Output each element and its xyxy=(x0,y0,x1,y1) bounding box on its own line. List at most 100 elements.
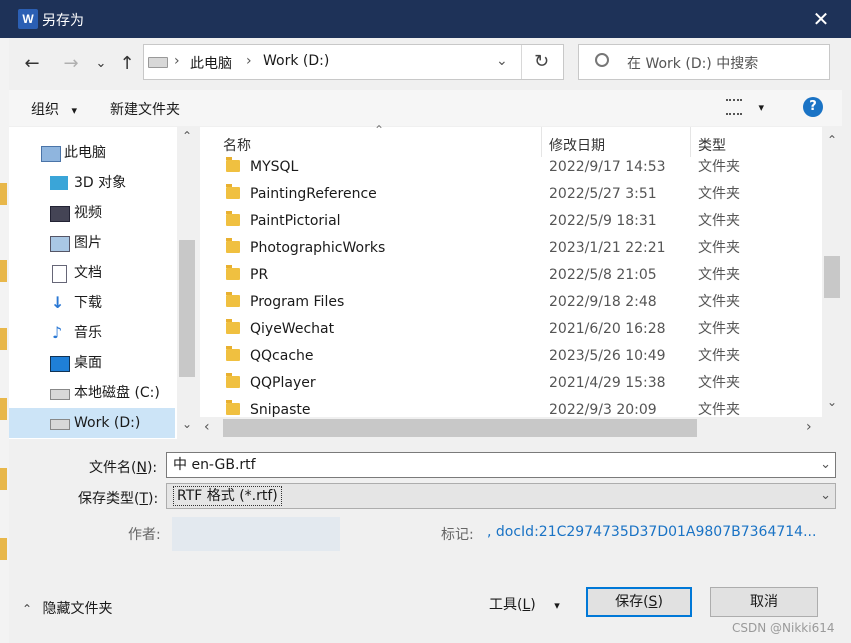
list-item[interactable]: QQcache 2023/5/26 10:49 文件夹 xyxy=(200,343,822,370)
chevron-down-icon: ⌄ xyxy=(820,488,831,503)
list-item[interactable]: Snipaste 2022/9/3 20:09 文件夹 xyxy=(200,397,822,417)
edge-folder-icon xyxy=(0,183,7,205)
organize-button[interactable]: 组织 ▾ xyxy=(31,99,77,119)
sidebar-item-drive-d[interactable]: Work (D:) xyxy=(9,408,175,438)
column-type[interactable]: 类型 xyxy=(698,135,726,155)
filename-label: 文件名(N): xyxy=(89,460,158,476)
author-value-blurred[interactable] xyxy=(172,517,340,551)
file-name: PR xyxy=(250,267,269,283)
sidebar-scrollbar[interactable]: ⌃ ⌄ xyxy=(177,127,197,439)
organize-label: 组织 xyxy=(31,102,59,118)
breadcrumb-work-d[interactable]: Work (D:) xyxy=(263,53,329,69)
list-item[interactable]: Program Files 2022/9/18 2:48 文件夹 xyxy=(200,289,822,316)
watermark: CSDN @Nikki614 xyxy=(732,621,835,635)
folder-icon xyxy=(226,400,240,415)
sidebar-item-documents[interactable]: 文档 xyxy=(9,258,197,288)
chevron-down-icon[interactable]: ⌄ xyxy=(822,395,842,409)
hide-folders-toggle[interactable]: ⌃ 隐藏文件夹 xyxy=(22,598,113,618)
scroll-thumb[interactable] xyxy=(179,240,195,377)
refresh-button[interactable]: ↻ xyxy=(534,51,549,72)
close-button[interactable]: ✕ xyxy=(808,6,834,32)
navigation-pane: 此电脑 3D 对象 视频 图片 文档 ↓ 下载 ♪ 音乐 桌面 本地磁盘 (C:… xyxy=(9,127,197,439)
list-item[interactable]: PaintingReference 2022/5/27 3:51 文件夹 xyxy=(200,181,822,208)
file-list-vertical-scrollbar[interactable]: ⌃ ⌄ xyxy=(822,127,842,417)
up-button[interactable]: ↑ xyxy=(114,50,140,78)
list-item[interactable]: PhotographicWorks 2023/1/21 22:21 文件夹 xyxy=(200,235,822,262)
sidebar-item-label: Work (D:) xyxy=(74,415,141,431)
sidebar-item-videos[interactable]: 视频 xyxy=(9,198,197,228)
music-icon: ♪ xyxy=(52,323,63,342)
view-options-button[interactable]: ▾ xyxy=(726,99,764,115)
save-button[interactable]: 保存(S) xyxy=(586,587,692,617)
list-item[interactable]: QQPlayer 2021/4/29 15:38 文件夹 xyxy=(200,370,822,397)
drive-icon xyxy=(148,57,168,68)
new-folder-button[interactable]: 新建文件夹 xyxy=(110,99,180,119)
file-date: 2022/5/9 18:31 xyxy=(549,213,657,229)
list-item[interactable]: MYSQL 2022/9/17 14:53 文件夹 xyxy=(200,154,822,181)
chevron-left-icon[interactable]: ‹ xyxy=(204,419,210,435)
chevron-down-icon[interactable]: ⌄ xyxy=(496,53,508,69)
chevron-right-icon[interactable]: › xyxy=(806,419,812,435)
picture-icon xyxy=(50,236,70,252)
list-item[interactable]: PR 2022/5/8 21:05 文件夹 xyxy=(200,262,822,289)
search-input[interactable]: 在 Work (D:) 中搜索 xyxy=(627,53,758,73)
divider xyxy=(521,45,522,79)
chevron-up-icon[interactable]: ⌃ xyxy=(177,129,197,143)
document-icon xyxy=(52,265,67,283)
address-bar[interactable]: › 此电脑 › Work (D:) ⌄ ↻ xyxy=(143,44,564,80)
file-name: QQcache xyxy=(250,348,314,364)
sidebar-item-downloads[interactable]: ↓ 下载 xyxy=(9,288,197,318)
chevron-down-icon: ▾ xyxy=(71,104,77,117)
file-list: ⌃ 名称 修改日期 类型 MYSQL 2022/9/17 14:53 文件夹 Pai… xyxy=(200,123,822,417)
sort-up-icon: ⌃ xyxy=(374,123,385,137)
sidebar-item-desktop[interactable]: 桌面 xyxy=(9,348,197,378)
scrollbar-corner xyxy=(822,417,842,439)
breadcrumb-this-pc[interactable]: 此电脑 xyxy=(190,53,232,73)
computer-icon xyxy=(41,146,61,162)
divider xyxy=(690,127,691,157)
chevron-up-icon[interactable]: ⌃ xyxy=(822,133,842,147)
search-icon xyxy=(595,53,609,67)
filename-input[interactable]: 中 en-GB.rtf ⌄ xyxy=(166,452,836,478)
edge-folder-icon xyxy=(0,398,7,420)
column-name[interactable]: 名称 xyxy=(223,135,251,155)
folder-icon xyxy=(226,346,240,361)
scroll-thumb[interactable] xyxy=(824,256,840,298)
file-rows: MYSQL 2022/9/17 14:53 文件夹 PaintingReferenc… xyxy=(200,154,822,417)
list-item[interactable]: PaintPictorial 2022/5/9 18:31 文件夹 xyxy=(200,208,822,235)
drive-icon xyxy=(50,389,70,400)
sidebar-item-music[interactable]: ♪ 音乐 xyxy=(9,318,197,348)
chevron-down-icon[interactable]: ⌄ xyxy=(820,453,831,477)
file-type: 文件夹 xyxy=(698,402,740,417)
sidebar-item-label: 下载 xyxy=(74,295,102,311)
tools-button[interactable]: 工具(L) ▾ xyxy=(489,594,560,614)
folder-icon xyxy=(226,211,240,226)
cancel-button[interactable]: 取消 xyxy=(710,587,818,617)
sidebar-item-drive-c[interactable]: 本地磁盘 (C:) xyxy=(9,378,197,408)
sidebar-item-pictures[interactable]: 图片 xyxy=(9,228,197,258)
list-item[interactable]: QiyeWechat 2021/6/20 16:28 文件夹 xyxy=(200,316,822,343)
back-button[interactable]: ← xyxy=(19,50,45,78)
file-type: 文件夹 xyxy=(698,321,740,337)
forward-button[interactable]: → xyxy=(58,50,84,78)
file-date: 2023/5/26 10:49 xyxy=(549,348,666,364)
folder-icon xyxy=(226,319,240,334)
search-box[interactable]: 在 Work (D:) 中搜索 xyxy=(578,44,830,80)
breadcrumb-separator-icon: › xyxy=(174,53,180,69)
file-name: PaintPictorial xyxy=(250,213,341,229)
sidebar-item-3d-objects[interactable]: 3D 对象 xyxy=(9,168,197,198)
chevron-down-icon[interactable]: ⌄ xyxy=(177,417,197,431)
column-date-modified[interactable]: 修改日期 xyxy=(549,135,605,155)
chevron-up-icon: ⌃ xyxy=(22,602,33,616)
help-button[interactable]: ? xyxy=(803,97,823,117)
scroll-thumb[interactable] xyxy=(223,419,697,437)
recent-locations-button[interactable]: ⌄ xyxy=(88,50,114,78)
file-name: PhotographicWorks xyxy=(250,240,386,256)
sidebar-item-label: 音乐 xyxy=(74,325,102,341)
file-date: 2021/6/20 16:28 xyxy=(549,321,666,337)
file-list-horizontal-scrollbar[interactable]: ‹ › xyxy=(200,417,822,439)
chevron-down-icon: ▾ xyxy=(554,599,560,612)
save-type-select[interactable]: RTF 格式 (*.rtf) ⌄ xyxy=(166,483,836,509)
sidebar-item-this-pc[interactable]: 此电脑 xyxy=(9,138,197,168)
tags-value[interactable]: , docId:21C2974735D37D01A9807B7364714... xyxy=(487,524,816,540)
